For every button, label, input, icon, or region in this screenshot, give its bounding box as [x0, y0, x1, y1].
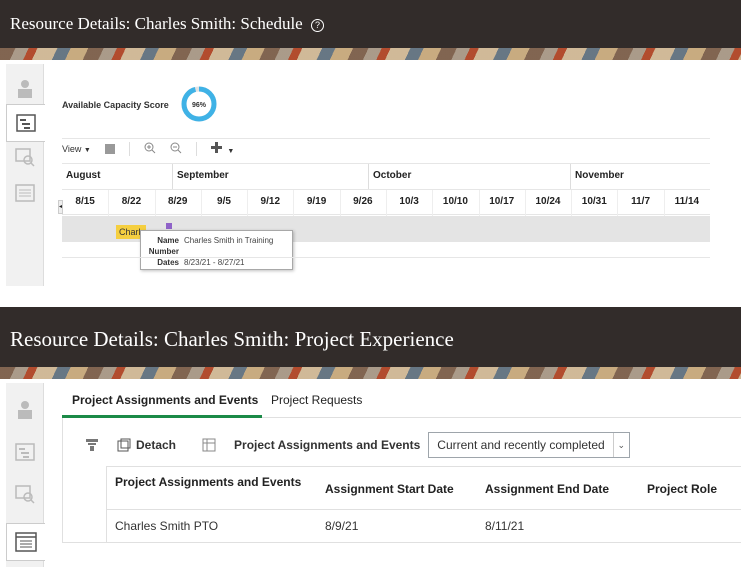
- decorative-banner: [0, 367, 741, 379]
- tab-project-requests[interactable]: Project Requests: [271, 393, 362, 407]
- tooltip-dates: 8/23/21 - 8/27/21: [184, 258, 245, 267]
- page-title: Resource Details: Charles Smith: Schedul…: [10, 14, 324, 34]
- schedule-icon: [16, 114, 36, 132]
- week-label: 10/24: [535, 196, 561, 207]
- person-icon: [18, 401, 32, 419]
- left-nav: [6, 64, 45, 286]
- assignments-toolbar: Detach Project Assignments and Events Cu…: [85, 432, 630, 458]
- timeline-months: August September October November: [62, 163, 710, 190]
- week-label: 8/29: [167, 196, 188, 207]
- chevron-down-icon: ▼: [83, 146, 91, 154]
- capacity-label: Available Capacity Score: [62, 100, 169, 110]
- nav-skills[interactable]: [6, 138, 44, 176]
- column-header[interactable]: Project Role: [647, 482, 717, 496]
- schedule-title: Resource Details: Charles Smith: Schedul…: [10, 14, 303, 33]
- left-nav: [6, 383, 45, 567]
- detach-button[interactable]: Detach: [136, 438, 176, 452]
- zoom-out-icon[interactable]: [170, 142, 182, 156]
- week-label: 8/15: [75, 196, 95, 207]
- nav-experience[interactable]: [6, 174, 44, 212]
- column-header[interactable]: Project Assignments and Events: [115, 475, 305, 489]
- toolbar-divider: [195, 141, 197, 156]
- week-label: 9/19: [306, 196, 327, 207]
- schedule-toolbar: View ▼ ▼: [62, 138, 710, 158]
- detach-icon: [117, 438, 131, 452]
- column-header[interactable]: Assignment Start Date: [325, 482, 454, 496]
- month-label: September: [177, 170, 229, 181]
- period-select[interactable]: Current and recently completed ⌄: [428, 432, 630, 458]
- nav-person[interactable]: [6, 70, 44, 108]
- list-icon: [15, 184, 35, 202]
- person-icon: [18, 80, 32, 98]
- scroll-left-handle[interactable]: ◂: [58, 200, 63, 214]
- help-icon[interactable]: ?: [310, 18, 324, 32]
- nav-skills[interactable]: [6, 475, 44, 513]
- page-title: Resource Details: Charles Smith: Project…: [10, 327, 454, 351]
- filter-label: Project Assignments and Events: [234, 438, 421, 452]
- cell-end-date: 8/11/21: [485, 519, 525, 533]
- event-tooltip: Name Charles Smith in Training Number Da…: [140, 230, 293, 270]
- decorative-banner: [0, 48, 741, 60]
- add-menu[interactable]: ▼: [210, 142, 235, 155]
- schedule-header: Resource Details: Charles Smith: Schedul…: [0, 0, 741, 60]
- nav-schedule[interactable]: [6, 104, 45, 142]
- nav-experience[interactable]: [6, 523, 45, 561]
- schedule-icon: [15, 443, 35, 461]
- capacity-value: 96%: [192, 102, 207, 109]
- tab-project-assignments[interactable]: Project Assignments and Events: [72, 393, 258, 407]
- event-marker[interactable]: [166, 223, 172, 229]
- week-label: 10/31: [581, 196, 607, 207]
- week-label: 9/12: [260, 196, 281, 207]
- row-selector-column: [63, 466, 107, 543]
- assignments-panel: Detach Project Assignments and Events Cu…: [62, 418, 741, 543]
- table-header: Project Assignments and Events Assignmen…: [107, 466, 741, 510]
- toolbar-divider: [128, 141, 130, 156]
- chevron-down-icon: ▼: [227, 148, 235, 155]
- week-label: 8/22: [121, 196, 142, 207]
- week-label: 9/26: [353, 196, 373, 207]
- month-label: August: [66, 170, 101, 181]
- week-label: 10/17: [489, 196, 515, 207]
- capacity-donut: 96%: [181, 86, 217, 122]
- table-row[interactable]: Charles Smith PTO 8/9/21 8/11/21: [107, 510, 741, 542]
- legend-icon[interactable]: [104, 143, 115, 154]
- week-label: 11/7: [631, 196, 651, 207]
- month-label: October: [373, 170, 412, 181]
- skills-search-icon: [15, 485, 35, 504]
- table-settings-icon[interactable]: [202, 438, 216, 452]
- week-label: 10/10: [442, 196, 468, 207]
- column-header[interactable]: Assignment End Date: [485, 482, 609, 496]
- week-label: 11/14: [674, 196, 700, 207]
- tooltip-name: Charles Smith in Training: [184, 236, 274, 245]
- view-menu[interactable]: View ▼: [62, 144, 91, 154]
- nav-schedule[interactable]: [6, 433, 44, 471]
- skills-search-icon: [15, 148, 35, 167]
- month-label: November: [575, 170, 624, 181]
- filter-icon[interactable]: [85, 438, 99, 452]
- timeline-weeks: 8/15 8/22 8/29 9/5 9/12 9/19 9/26 10/3 10/10 10/1…: [62, 189, 710, 216]
- week-label: 10/3: [399, 196, 419, 207]
- experience-header: Resource Details: Charles Smith: Project…: [0, 307, 741, 379]
- plus-icon: [210, 142, 222, 153]
- nav-person[interactable]: [6, 391, 44, 429]
- zoom-in-icon[interactable]: [144, 142, 156, 156]
- tab-bar: Project Assignments and Events Project R…: [62, 383, 741, 418]
- list-icon: [15, 532, 37, 552]
- cell-event: Charles Smith PTO: [115, 519, 219, 533]
- cell-start-date: 8/9/21: [325, 519, 359, 533]
- divider: [62, 257, 710, 258]
- chevron-down-icon[interactable]: ⌄: [612, 433, 629, 457]
- week-label: 9/5: [217, 196, 231, 207]
